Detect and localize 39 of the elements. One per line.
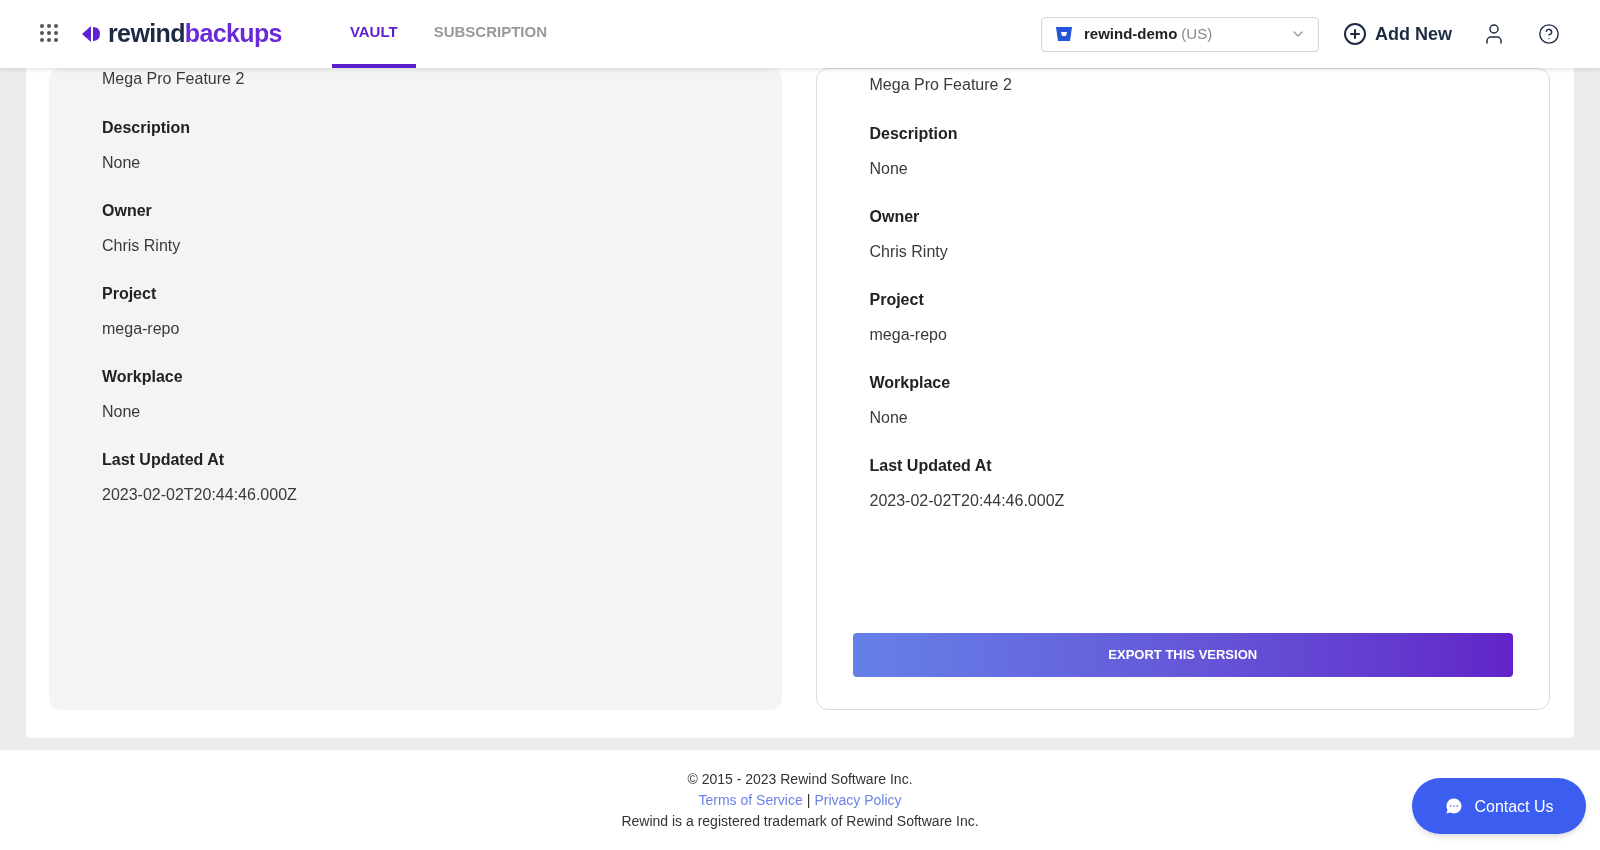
field-value: 2023-02-02T20:44:46.000Z [869, 491, 1066, 511]
contact-us-button[interactable]: Contact Us [1412, 778, 1586, 834]
field-value: Mega Pro Feature 2 [869, 75, 1013, 95]
field-label: Description [869, 124, 959, 144]
chat-icon [1444, 796, 1465, 816]
separator-text: | [806, 790, 811, 810]
copyright-text: © 2015 - 2023 Rewind Software Inc. [687, 769, 913, 789]
field-value: 2023-02-02T20:44:46.000Z [102, 485, 298, 505]
field-label: Project [869, 290, 925, 310]
field-value: None [102, 402, 142, 422]
field-label: Owner [102, 201, 153, 221]
field-value: Mega Pro Feature 2 [102, 69, 246, 89]
field-label: Description [102, 118, 191, 138]
field-label: Last Updated At [102, 450, 226, 470]
field-value: Chris Rinty [869, 242, 949, 262]
field-value: mega-repo [869, 325, 948, 345]
field-label: Workplace [869, 373, 952, 393]
help-icon[interactable] [1538, 23, 1560, 45]
trademark-text: Rewind is a registered trademark of Rewind Software Inc. [621, 811, 979, 831]
field-value: None [869, 408, 909, 428]
account-select[interactable]: rewind-demo (US) [1041, 16, 1319, 52]
field-label: Project [102, 284, 158, 304]
nav-tab[interactable]: SUBSCRIPTION [415, 0, 565, 68]
bucket-icon [1054, 24, 1074, 44]
app-grid-icon[interactable] [40, 24, 60, 44]
field-value: None [869, 159, 909, 179]
field-label: Owner [869, 207, 921, 227]
field-value: None [102, 153, 142, 173]
privacy-link[interactable]: Privacy Policy [814, 789, 902, 811]
export-button[interactable]: EXPORT THIS VERSION [852, 633, 1513, 677]
field-label: Workplace [102, 367, 184, 387]
logo-text[interactable]: rewindbackups [108, 15, 282, 53]
add-new-button[interactable]: Add New [1343, 20, 1452, 48]
field-value: Chris Rinty [102, 236, 182, 256]
plus-icon [1343, 22, 1367, 46]
terms-link[interactable]: Terms of Service [698, 789, 803, 811]
logo-icon [80, 24, 102, 44]
field-label: Last Updated At [869, 456, 993, 476]
field-value: mega-repo [102, 319, 181, 339]
